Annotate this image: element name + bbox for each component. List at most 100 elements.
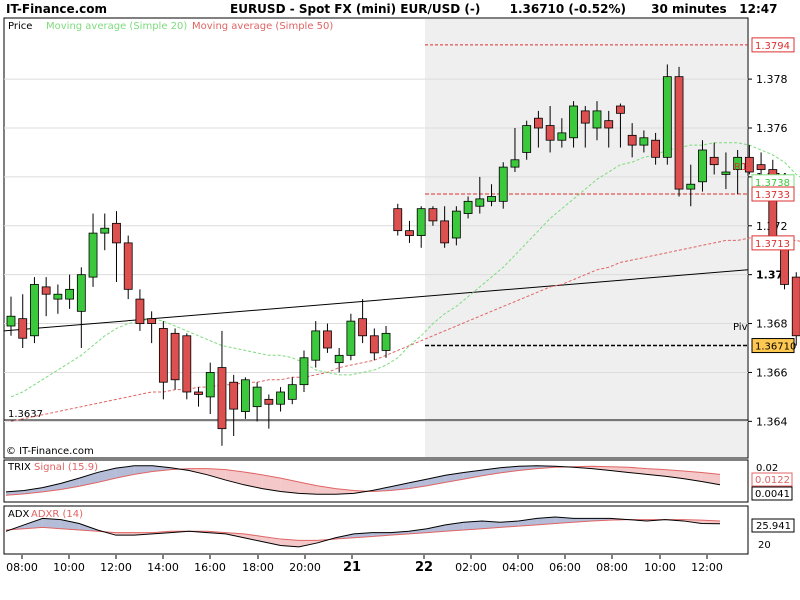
price-tag: 1.3794 [755,41,790,52]
price-tag: 1.3713 [755,239,790,250]
candle [768,159,778,246]
candle [182,333,192,400]
candle-body [569,105,578,139]
candle-body [112,222,121,244]
chart: 1.3641.3661.3681.371.3721.3741.3761.378 … [3,17,800,575]
candle-body [88,232,98,278]
candle-body [287,384,297,400]
candle-body [299,357,309,386]
adx-panel [3,505,749,555]
candle-body [545,125,555,141]
adx-tick-0: 20 [758,540,771,551]
x-tick-label: 08:00 [596,561,628,574]
candle-body [147,318,157,324]
x-tick-label: 04:00 [502,561,534,574]
candle [674,66,684,197]
candle-body [662,76,672,158]
candle-body [522,125,532,153]
candle-body [721,171,731,175]
candle-body [358,318,368,337]
candle-body [674,76,684,190]
y-tick-label: 1.368 [756,318,788,331]
adx-label: ADX [8,509,30,520]
y-tick-label: 1.366 [756,366,788,379]
trix-panel [3,459,749,503]
x-tick-label: 08:00 [6,561,38,574]
candle-body [463,200,473,214]
candle [346,313,356,361]
y-tick-label: 1.376 [756,122,788,135]
candle-body [405,230,414,236]
adx-tag-0: 25.941 [756,521,791,532]
candle-body [123,242,133,290]
candle-body [557,132,567,141]
low-marker-label: 1.3637 [8,409,43,420]
candle-body [182,335,192,393]
candle-body [30,284,39,337]
candle [662,64,672,165]
legend-ma50: Moving average (Simple 50) [192,21,333,32]
x-tick-label: 16:00 [194,561,226,574]
candle [393,203,403,236]
time-axis: 08:00 10:00 12:00 14:00 16:00 18:00 20:00 21 22 0… [6,555,723,575]
candle-body [323,330,332,349]
x-tick-label: 10:00 [644,561,676,574]
price-panel-label: Price [8,21,32,32]
candle-body [264,398,274,405]
candle-body [709,156,719,166]
x-tick-label: 22 [415,560,433,575]
candle-body [698,149,707,183]
candle-body [487,196,496,202]
candle-body [592,110,602,129]
candle-body [194,391,203,395]
candle [498,162,508,209]
session-shade [425,19,747,457]
trix-tag-1: 0.0041 [755,489,790,500]
candle-body [334,354,344,364]
candle [791,272,800,346]
trix-signal-label: Signal (15.9) [34,462,98,473]
trix-tick-0: 0.02 [756,463,778,474]
candle-body [686,183,696,190]
price-tag: 1.3733 [755,190,790,201]
candle-body [616,105,625,114]
y-tick-label: 1.364 [756,415,788,428]
candle-body [41,286,51,295]
legend-ma20: Moving average (Simple 20) [46,21,187,32]
trix-label: TRIX [7,462,31,473]
x-tick-label: 12:00 [691,561,723,574]
candle-body [6,315,16,327]
candle-body [475,198,485,207]
candle-body [534,117,543,129]
candle-body [498,166,508,202]
candle-body [416,208,426,236]
pivot-label: Piv [733,322,748,333]
candle-body [205,372,215,398]
candle-body [580,110,590,124]
candle-body [791,276,800,337]
candle [123,235,133,300]
candle-body [135,298,145,324]
candle-body [311,330,321,361]
candle-body [240,379,250,412]
candle-body [428,208,438,222]
candle-body [76,274,86,312]
adx-signal-label: ADXR (14) [31,509,83,520]
candle-body [217,367,227,430]
candle-body [381,332,391,351]
price-tag: 1.36710 [755,342,796,353]
candle-body [639,137,649,146]
watermark: © IT-Finance.com [6,446,94,457]
candle-body [53,293,63,300]
y-tick-label: 1.378 [756,73,788,86]
x-tick-label: 18:00 [242,561,274,574]
candle-body [100,227,110,234]
candle-body [369,335,379,354]
candle-body [651,139,660,158]
x-tick-label: 12:00 [100,561,132,574]
r1-label: R1 [734,162,747,173]
x-tick-label: 14:00 [147,561,179,574]
candle-body [252,386,262,408]
x-tick-label: 06:00 [549,561,581,574]
candle-body [276,391,285,405]
